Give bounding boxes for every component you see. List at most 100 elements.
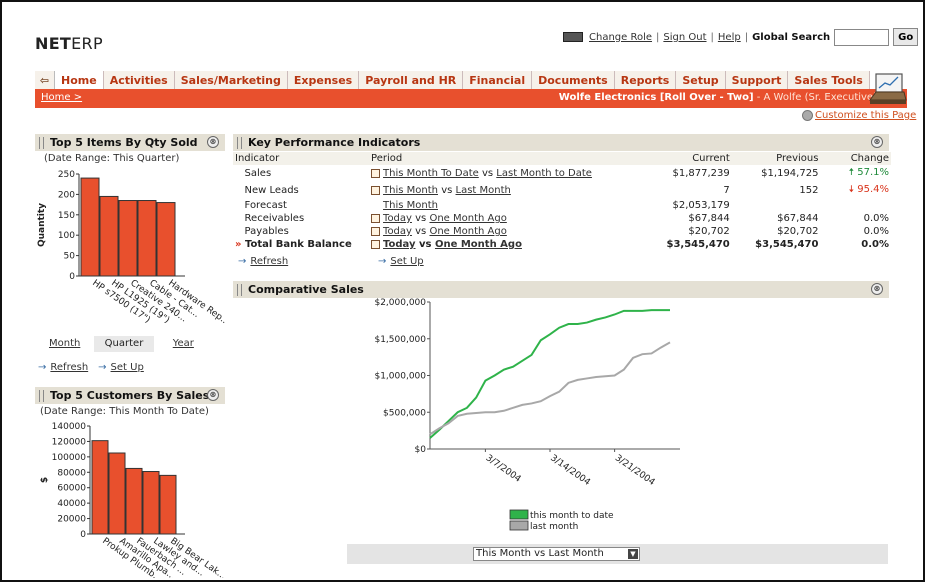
legend-swatch	[509, 520, 529, 531]
kpi-previous: $20,702	[777, 226, 819, 237]
tab-quarter[interactable]: Quarter	[94, 336, 154, 352]
bar[interactable]	[99, 195, 119, 277]
y-tick-label: $2,000,000	[374, 298, 426, 308]
kpi-compare-link[interactable]: One Month Ago	[429, 213, 506, 224]
chart-icon[interactable]	[371, 239, 381, 249]
kpi-indicator-label: Total Bank Balance	[244, 239, 352, 250]
chart-icon[interactable]	[371, 168, 381, 178]
kpi-change-value: 95.4%	[857, 184, 889, 195]
kpi-compare-link[interactable]: One Month Ago	[435, 239, 522, 250]
arrow-right-icon: →	[238, 256, 247, 267]
chart-icon[interactable]	[371, 185, 381, 195]
kpi-change: 🠅 57.1%	[820, 165, 891, 182]
kpi-row: » Total Bank Balance Today vs One Month A…	[233, 238, 891, 251]
user-role: - A Wolfe (Sr. Executive)	[753, 92, 877, 103]
bar[interactable]	[142, 471, 160, 535]
kpi-indicator-label: Receivables	[244, 213, 305, 224]
change-role-link[interactable]: Change Role	[589, 32, 652, 43]
bar[interactable]	[91, 440, 109, 535]
drag-handle[interactable]	[39, 389, 44, 402]
help-link[interactable]: Help	[718, 32, 741, 43]
tab-financial[interactable]: Financial	[463, 71, 533, 89]
context-bar: Home > Wolfe Electronics [Roll Over - Tw…	[35, 89, 907, 108]
kpi-period-link[interactable]: This Month	[383, 185, 438, 196]
kpi-period: This Month vs Last Month	[369, 182, 611, 199]
breadcrumb-home[interactable]: Home >	[41, 92, 82, 103]
bar[interactable]	[159, 474, 177, 535]
kpi-current: 7	[723, 185, 730, 196]
customize-page-link[interactable]: Customize this Page	[815, 110, 916, 121]
items-refresh-link[interactable]: Refresh	[50, 362, 88, 373]
bar[interactable]	[108, 452, 126, 535]
kpi-period-link[interactable]: Today	[383, 239, 415, 250]
items-setup-link[interactable]: Set Up	[111, 362, 144, 373]
kpi-change: 0.0%	[820, 238, 891, 251]
tab-month-label[interactable]: Month	[49, 338, 80, 349]
drag-handle[interactable]	[39, 136, 44, 149]
tab-sales-marketing[interactable]: Sales/Marketing	[174, 71, 288, 89]
tab-reports[interactable]: Reports	[614, 71, 677, 89]
kpi-period-link[interactable]: Today	[383, 226, 412, 237]
kpi-indicator-label: Payables	[244, 226, 289, 237]
kpi-period-link[interactable]: Today	[383, 213, 412, 224]
kpi-header-row: Indicator Period Current Previous Change	[233, 152, 891, 165]
tab-activities[interactable]: Activities	[103, 71, 175, 89]
bar[interactable]	[118, 200, 138, 277]
chevron-down-icon[interactable]: ▼	[628, 549, 638, 559]
tab-setup[interactable]: Setup	[676, 71, 726, 89]
kpi-setup-link[interactable]: Set Up	[390, 256, 423, 267]
kpi-period: This Month	[369, 199, 611, 212]
tab-home[interactable]: Home	[55, 71, 104, 89]
bar[interactable]	[137, 200, 157, 277]
close-icon[interactable]: ⊗	[207, 136, 219, 148]
chart-icon[interactable]	[371, 226, 381, 236]
y-tick-label: $0	[415, 445, 427, 455]
top-items-title: Top 5 Items By Qty Sold	[50, 136, 198, 149]
comparative-title: Comparative Sales	[248, 283, 364, 296]
top-customers-header: Top 5 Customers By Sales ⊗	[35, 387, 225, 404]
close-icon[interactable]: ⊗	[871, 283, 883, 295]
kpi-period-link[interactable]: This Month To Date	[383, 168, 479, 179]
series-line	[429, 309, 670, 439]
kpi-vs: vs	[415, 213, 427, 224]
kpi-compare-link[interactable]: Last Month	[456, 185, 511, 196]
tab-payroll-hr[interactable]: Payroll and HR	[359, 71, 464, 89]
tab-year-label[interactable]: Year	[173, 338, 194, 349]
close-icon[interactable]: ⊗	[871, 136, 883, 148]
tab-sales-tools[interactable]: Sales Tools	[788, 71, 870, 89]
go-button[interactable]: Go	[893, 28, 919, 46]
kpi-indicator: » Total Bank Balance	[233, 238, 369, 251]
bar[interactable]	[80, 177, 100, 277]
top-customers-title: Top 5 Customers By Sales	[50, 389, 210, 402]
arrow-left-icon[interactable]: ⇦	[35, 71, 55, 89]
kpi-current: $20,702	[688, 226, 730, 237]
sign-out-link[interactable]: Sign Out	[663, 32, 706, 43]
items-bar-chart: 050100150200250QuantityHP s7500 (17")HP …	[37, 170, 225, 328]
tab-expenses[interactable]: Expenses	[287, 71, 360, 89]
comparison-select[interactable]: This Month vs Last Month ▼	[473, 547, 640, 561]
kpi-refresh-link[interactable]: Refresh	[250, 256, 288, 267]
bar[interactable]	[156, 202, 176, 277]
y-tick-label: 0	[69, 272, 75, 282]
kpi-compare-link[interactable]: Last Month to Date	[496, 168, 592, 179]
kpi-vs: vs	[441, 185, 453, 196]
tab-month[interactable]: Month	[35, 336, 94, 352]
kpi-compare-link[interactable]: One Month Ago	[429, 226, 506, 237]
arrow-right-icon: →	[38, 362, 47, 373]
top-customers-range: (Date Range: This Month To Date)	[40, 406, 209, 417]
close-icon[interactable]: ⊗	[207, 389, 219, 401]
global-search-input[interactable]	[834, 28, 890, 46]
tab-documents[interactable]: Documents	[532, 71, 615, 89]
legend-label: last month	[530, 522, 578, 532]
kpi-vs: vs	[481, 168, 494, 179]
drag-handle[interactable]	[237, 283, 242, 296]
tab-year[interactable]: Year	[154, 336, 213, 352]
chart-icon[interactable]	[371, 213, 381, 223]
col-current: Current	[610, 152, 732, 165]
y-tick-label: 0	[80, 530, 86, 540]
tab-support[interactable]: Support	[725, 71, 789, 89]
kpi-indicator-label: New Leads	[244, 185, 299, 196]
bar[interactable]	[125, 467, 143, 535]
kpi-period-link[interactable]: This Month	[383, 200, 438, 211]
drag-handle[interactable]	[237, 136, 242, 149]
